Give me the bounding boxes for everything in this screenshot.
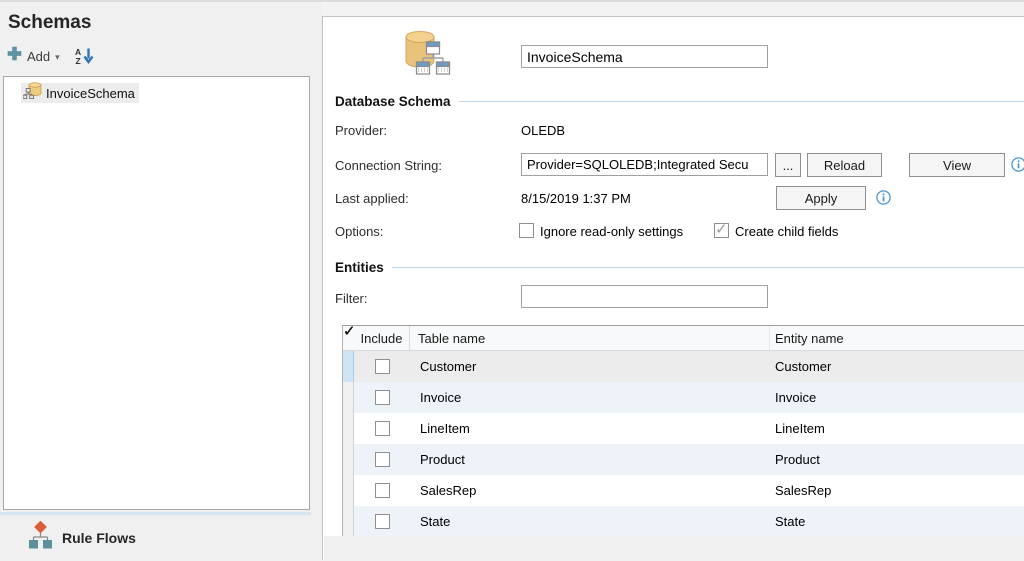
table-name-cell[interactable]: SalesRep <box>410 475 770 506</box>
include-checkbox[interactable] <box>374 452 390 467</box>
sidebar-splitter[interactable] <box>0 512 311 515</box>
last-applied-value: 8/15/2019 1:37 PM <box>521 191 631 206</box>
rule-flows-label: Rule Flows <box>62 530 136 546</box>
provider-value: OLEDB <box>521 123 566 138</box>
row-selector-gutter[interactable] <box>343 506 354 537</box>
reload-button[interactable]: Reload <box>807 153 882 177</box>
include-cell <box>354 444 410 475</box>
entity-table-header: Include Table name Entity name <box>343 326 1024 351</box>
table-footer-area <box>324 536 1024 561</box>
schema-tree-icon <box>22 82 42 104</box>
filter-label: Filter: <box>335 291 368 306</box>
provider-label: Provider: <box>335 123 388 138</box>
filter-input[interactable] <box>521 285 768 308</box>
include-cell <box>354 475 410 506</box>
chevron-down-icon: ▾ <box>55 51 60 62</box>
add-plus-icon <box>7 46 22 66</box>
database-schema-section-label: Database Schema <box>335 94 451 109</box>
entity-name-cell[interactable]: Product <box>770 444 1024 475</box>
row-selector-gutter[interactable] <box>343 413 354 444</box>
entity-table-body: CustomerCustomerInvoiceInvoiceLineItemLi… <box>343 351 1024 537</box>
apply-button[interactable]: Apply <box>776 186 866 210</box>
column-header-table-name[interactable]: Table name <box>410 326 770 350</box>
connection-string-label: Connection String: <box>335 158 442 173</box>
database-schema-icon <box>401 27 455 82</box>
include-checkbox[interactable] <box>374 514 390 529</box>
create-child-fields-label: Create child fields <box>735 224 839 239</box>
column-header-include[interactable]: Include <box>354 326 410 350</box>
entity-table: Include Table name Entity name CustomerC… <box>342 325 1024 537</box>
database-schema-section-header: Database Schema <box>335 93 1024 110</box>
row-selector-gutter[interactable] <box>343 444 354 475</box>
options-label: Options: <box>335 224 384 239</box>
browse-button[interactable]: ... <box>775 153 801 177</box>
tree-item-label: InvoiceSchema <box>46 85 135 101</box>
sidebar-toolbar: Add ▾ A Z <box>7 46 95 66</box>
create-child-fields-checkbox[interactable] <box>714 220 729 238</box>
add-button-label: Add <box>27 48 51 64</box>
include-checkbox[interactable] <box>374 359 390 374</box>
tree-item-invoiceschema[interactable]: InvoiceSchema <box>21 82 139 104</box>
column-header-entity-name[interactable]: Entity name <box>770 326 1024 350</box>
include-cell <box>354 506 410 537</box>
table-row[interactable]: InvoiceInvoice <box>343 382 1024 413</box>
entity-name-cell[interactable]: SalesRep <box>770 475 1024 506</box>
sort-az-icon: A Z <box>75 47 94 65</box>
sidebar-title: Schemas <box>8 12 92 33</box>
svg-text:Z: Z <box>75 56 80 65</box>
ignore-readonly-label: Ignore read-only settings <box>540 224 684 239</box>
add-schema-button[interactable]: Add ▾ <box>7 46 60 66</box>
schema-detail-panel: Database Schema Provider: OLEDB Connecti… <box>322 16 1024 561</box>
top-band <box>322 2 1024 16</box>
table-row[interactable]: ProductProduct <box>343 444 1024 475</box>
include-checkbox[interactable] <box>374 390 390 405</box>
section-rule <box>391 267 1024 268</box>
sort-az-button[interactable]: A Z <box>75 47 95 65</box>
table-row[interactable]: SalesRepSalesRep <box>343 475 1024 506</box>
include-cell <box>354 382 410 413</box>
connection-info-icon[interactable] <box>1011 157 1024 172</box>
include-checkbox[interactable] <box>374 421 390 436</box>
entity-name-cell[interactable]: LineItem <box>770 413 1024 444</box>
row-selector-gutter[interactable] <box>343 382 354 413</box>
table-name-cell[interactable]: Invoice <box>410 382 770 413</box>
connection-string-input[interactable] <box>521 153 768 176</box>
schemas-sidebar: Schemas Add ▾ A Z InvoiceSchema Rule Flo… <box>0 2 318 558</box>
table-name-cell[interactable]: Product <box>410 444 770 475</box>
entity-name-cell[interactable]: Customer <box>770 351 1024 382</box>
rule-flows-icon <box>28 520 53 555</box>
entity-name-cell[interactable]: Invoice <box>770 382 1024 413</box>
table-row[interactable]: StateState <box>343 506 1024 537</box>
include-cell <box>354 413 410 444</box>
view-button[interactable]: View <box>909 153 1005 177</box>
row-selector-gutter[interactable] <box>343 351 354 382</box>
entity-name-cell[interactable]: State <box>770 506 1024 537</box>
entities-section-label: Entities <box>335 260 384 275</box>
row-selector-gutter[interactable] <box>343 475 354 506</box>
apply-info-icon[interactable] <box>876 190 891 205</box>
table-row[interactable]: LineItemLineItem <box>343 413 1024 444</box>
schemas-tree-panel: InvoiceSchema <box>3 76 310 510</box>
last-applied-label: Last applied: <box>335 191 409 206</box>
ignore-readonly-checkbox[interactable] <box>519 223 534 238</box>
rule-flows-section-header[interactable]: Rule Flows <box>0 518 318 558</box>
table-name-cell[interactable]: State <box>410 506 770 537</box>
section-rule <box>458 101 1024 102</box>
include-cell <box>354 351 410 382</box>
table-name-cell[interactable]: LineItem <box>410 413 770 444</box>
table-name-cell[interactable]: Customer <box>410 351 770 382</box>
table-row[interactable]: CustomerCustomer <box>343 351 1024 382</box>
entities-section-header: Entities <box>335 259 1024 276</box>
schema-name-input[interactable] <box>521 45 768 68</box>
include-checkbox[interactable] <box>374 483 390 498</box>
